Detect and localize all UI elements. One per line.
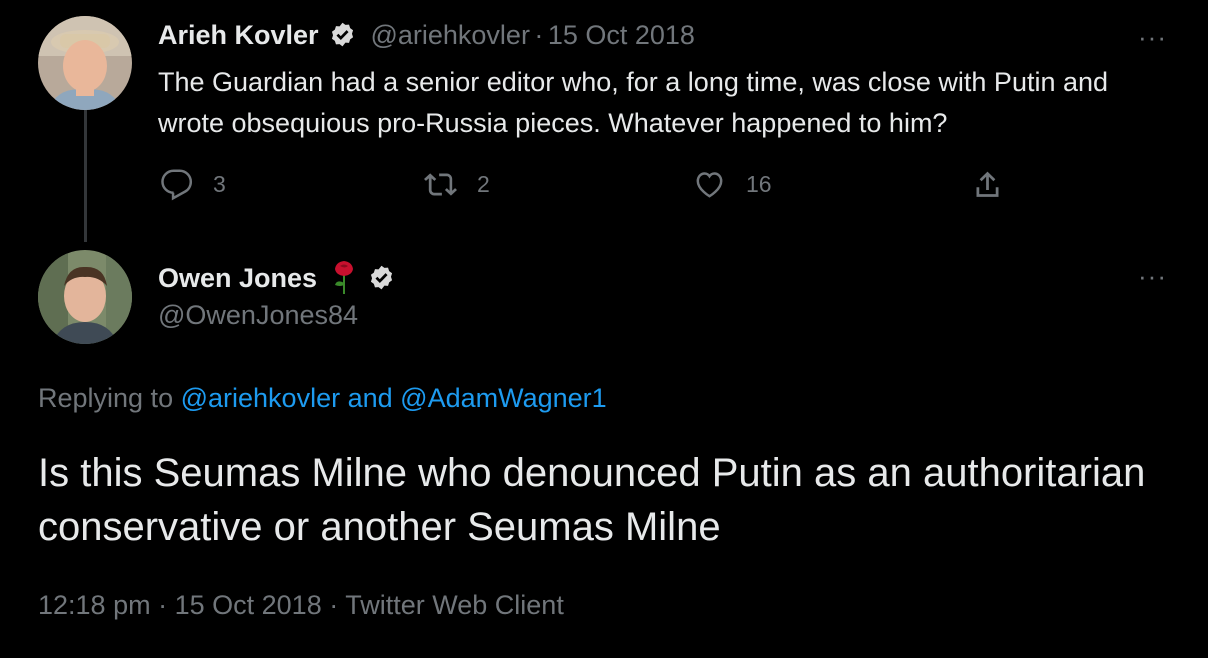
tweet-client: Twitter Web Client bbox=[345, 590, 564, 620]
tweet-time[interactable]: 12:18 pm bbox=[38, 590, 151, 620]
replying-to: Replying to @ariehkovler and @AdamWagner… bbox=[38, 383, 607, 414]
thread-connector-line bbox=[84, 110, 87, 242]
tweet2-author-line: Owen Jones bbox=[158, 259, 395, 300]
tweet2-text: Is this Seumas Milne who denounced Putin… bbox=[38, 451, 1146, 549]
retweet-icon bbox=[424, 173, 457, 196]
like-icon bbox=[696, 172, 723, 198]
share-icon bbox=[976, 171, 999, 197]
tweet1-header: Arieh Kovler @ariehkovler · 15 Oct 2018 bbox=[158, 20, 695, 51]
reply-count: 3 bbox=[213, 171, 226, 197]
retweet-action[interactable]: 2 bbox=[424, 168, 490, 201]
reply-to-link-1[interactable]: @ariehkovler bbox=[181, 383, 340, 413]
reply-action[interactable]: 3 bbox=[160, 168, 226, 201]
avatar-arieh-kovler[interactable] bbox=[38, 16, 132, 110]
meta-separator: · bbox=[329, 590, 339, 620]
verified-badge-icon bbox=[368, 264, 395, 291]
dot-separator: · bbox=[534, 20, 544, 50]
like-action[interactable]: 16 bbox=[693, 168, 772, 201]
tweet-date[interactable]: 15 Oct 2018 bbox=[175, 590, 322, 620]
author-handle[interactable]: @ariehkovler bbox=[370, 20, 529, 50]
rose-emoji-icon bbox=[332, 259, 356, 300]
reply-and[interactable]: and bbox=[348, 383, 393, 413]
retweet-count: 2 bbox=[477, 171, 490, 197]
share-action[interactable] bbox=[971, 168, 1024, 201]
tweet1-text: The Guardian had a senior editor who, fo… bbox=[158, 67, 1109, 138]
verified-badge-icon bbox=[329, 21, 356, 48]
like-count: 16 bbox=[746, 171, 772, 197]
reply-to-link-2[interactable]: @AdamWagner1 bbox=[400, 383, 607, 413]
tweet-meta: 12:18 pm · 15 Oct 2018 · Twitter Web Cli… bbox=[38, 590, 564, 621]
more-options-icon[interactable]: ··· bbox=[1138, 263, 1167, 289]
reply-icon bbox=[161, 169, 193, 201]
meta-separator: · bbox=[158, 590, 168, 620]
author-handle[interactable]: @OwenJones84 bbox=[158, 300, 358, 331]
avatar-owen-jones[interactable] bbox=[38, 250, 132, 344]
author-name[interactable]: Owen Jones bbox=[158, 263, 317, 293]
author-name[interactable]: Arieh Kovler bbox=[158, 20, 319, 50]
tweet-date[interactable]: 15 Oct 2018 bbox=[548, 20, 695, 50]
replying-prefix: Replying to bbox=[38, 383, 174, 413]
more-options-icon[interactable]: ··· bbox=[1138, 24, 1167, 50]
